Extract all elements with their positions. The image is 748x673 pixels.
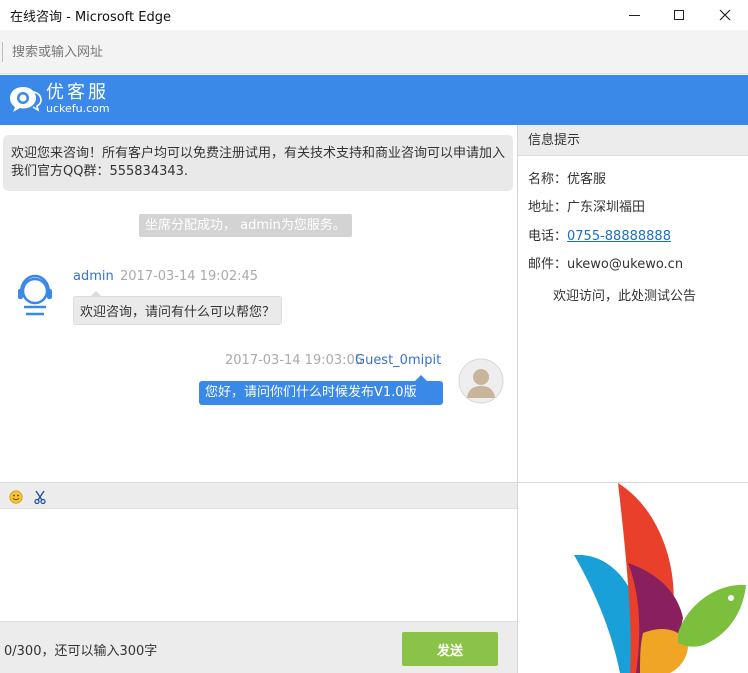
- logo: 优客服 uckefu.com: [8, 83, 110, 115]
- scissors-icon: [33, 490, 46, 504]
- close-button[interactable]: [702, 0, 748, 30]
- send-button[interactable]: 发送: [402, 632, 498, 666]
- maximize-icon: [674, 10, 684, 20]
- decorative-leaves-image: [518, 483, 748, 673]
- info-phone-label: 电话：: [528, 229, 568, 244]
- address-bar: [0, 30, 748, 74]
- leaves-art: [574, 483, 746, 673]
- welcome-message: 欢迎您来咨询！所有客户均可以免费注册试用，有关技术支持和商业咨询可以申请加入我们…: [3, 135, 513, 191]
- brand-name: 优客服: [46, 82, 109, 103]
- input-footer: 0/300，还可以输入300字 发送: [0, 621, 517, 673]
- agent-headset-icon: [18, 274, 52, 316]
- info-panel-title: 信息提示: [518, 125, 748, 156]
- info-address: 地址：广东深圳福田: [528, 200, 646, 215]
- input-toolbar: [0, 482, 517, 509]
- system-message: 坐席分配成功， admin为您服务。: [139, 214, 352, 237]
- screenshot-button[interactable]: [32, 489, 47, 504]
- info-panel: 信息提示 名称：优客服 地址：广东深圳福田 电话：0755-88888888 邮…: [518, 125, 748, 482]
- info-phone-row: 电话：0755-88888888: [528, 225, 671, 244]
- agent-message-bubble: 欢迎咨询，请问有什么可以帮您？: [73, 291, 283, 325]
- smiley-icon: [8, 489, 23, 504]
- address-divider: [2, 42, 3, 62]
- guest-name: Guest_0mipit: [355, 353, 442, 368]
- info-email: 邮件：ukewo@ukewo.cn: [528, 257, 684, 272]
- maximize-button[interactable]: [656, 0, 702, 30]
- guest-avatar: [458, 358, 504, 404]
- chat-logo-icon: [10, 87, 42, 112]
- agent-avatar: [14, 274, 56, 318]
- guest-timestamp: 2017-03-14 19:03:05: [225, 353, 364, 368]
- window-title: 在线咨询 - Microsoft Edge: [10, 10, 171, 25]
- chat-messages[interactable]: 欢迎您来咨询！所有客户均可以免费注册试用，有关技术支持和商业咨询可以申请加入我们…: [0, 125, 517, 482]
- minimize-icon: [628, 14, 640, 16]
- info-notice: 欢迎访问，此处测试公告: [553, 289, 697, 304]
- guest-message-bubble: 您好，请问你们什么时候发布V1.0版本？: [199, 375, 443, 424]
- address-input[interactable]: [12, 40, 732, 64]
- brand-domain: uckefu.com: [46, 102, 110, 115]
- info-phone-link[interactable]: 0755-88888888: [567, 229, 671, 244]
- agent-name: admin: [73, 269, 114, 284]
- agent-timestamp: 2017-03-14 19:02:45: [120, 269, 259, 284]
- minimize-button[interactable]: [611, 0, 657, 30]
- char-counter: 0/300，还可以输入300字: [4, 644, 158, 659]
- message-input[interactable]: [0, 509, 517, 621]
- close-icon: [719, 9, 731, 21]
- emoji-button[interactable]: [8, 489, 23, 504]
- app-header: 优客服 uckefu.com: [0, 75, 748, 125]
- title-bar: 在线咨询 - Microsoft Edge: [0, 0, 748, 30]
- info-name: 名称：优客服: [528, 172, 607, 187]
